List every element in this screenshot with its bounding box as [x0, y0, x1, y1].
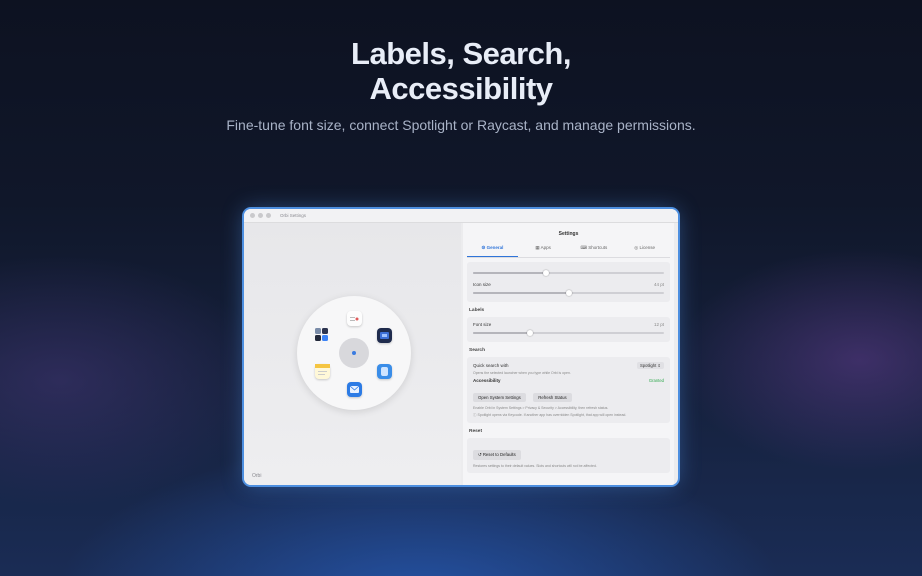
hero-title-line2: Accessibility: [369, 71, 553, 106]
finder-icon: [381, 367, 388, 376]
hero-subtitle: Fine-tune font size, connect Spotlight o…: [226, 117, 696, 133]
mail-icon: [349, 385, 360, 393]
tab-apps[interactable]: ▦ Apps: [518, 242, 569, 257]
app-icon-mail[interactable]: [347, 382, 362, 397]
reset-card: ↺ Reset to Defaults Restores settings to…: [467, 438, 670, 473]
close-window-icon[interactable]: [250, 213, 255, 218]
app-folder[interactable]: [314, 327, 330, 343]
font-size-slider-fill: [473, 332, 531, 334]
radial-launcher: [297, 296, 411, 410]
tab-license-label: License: [639, 245, 655, 250]
search-card: Quick search with Spotlight ⇕ Opens the …: [467, 357, 670, 423]
open-system-settings-button[interactable]: Open System Settings: [473, 393, 526, 402]
hero-title-line1: Labels, Search,: [351, 36, 571, 71]
window-titlebar: Orbi Settings: [244, 209, 678, 223]
window-title: Orbi Settings: [280, 213, 307, 218]
dark-app-icon: [380, 332, 389, 339]
quick-search-desc: Opens the selected launcher when you typ…: [473, 371, 571, 375]
icon-size-slider-fill: [473, 292, 569, 294]
font-size-label: Font size: [473, 322, 492, 327]
quick-search-label: Quick search with: [473, 363, 509, 368]
quick-search-row: Quick search with Spotlight ⇕: [473, 362, 664, 369]
font-size-value: 12 pt: [653, 322, 664, 327]
icon-size-slider[interactable]: [473, 289, 664, 296]
settings-tabs: ⚙ General ▦ Apps ⌨ Shortcuts ◎ License: [467, 242, 670, 258]
radius-slider-fill: [473, 272, 546, 274]
tab-apps-label: Apps: [540, 245, 551, 250]
settings-title: Settings: [558, 231, 579, 237]
app-name-label: Orbi: [252, 473, 262, 479]
folder-grid-icon: [315, 328, 328, 341]
preview-pane: Orbi: [244, 223, 461, 485]
quick-search-select[interactable]: Spotlight ⇕: [637, 362, 664, 369]
chevron-updown-icon: ⇕: [657, 363, 661, 368]
accessibility-row: Accessibility Granted: [473, 378, 664, 383]
search-section-heading: Search: [469, 348, 485, 353]
icon-size-slider-knob[interactable]: [565, 289, 572, 296]
reset-defaults-label: Reset to Defaults: [482, 452, 516, 457]
icon-size-value: 44 pt: [653, 282, 664, 287]
tab-general-label: General: [486, 245, 504, 250]
hub-dot-icon: [352, 351, 356, 355]
reset-section-heading: Reset: [469, 429, 483, 434]
font-size-row: Font size 12 pt: [473, 322, 664, 327]
app-icon-reminders[interactable]: [347, 311, 362, 326]
minimize-window-icon[interactable]: [258, 213, 263, 218]
tab-shortcuts[interactable]: ⌨ Shortcuts: [569, 242, 620, 257]
spotlight-note: ⓘ Spotlight opens via Keycode. If anothe…: [473, 413, 664, 418]
accessibility-status: Granted: [648, 378, 664, 383]
app-icon-notes[interactable]: [315, 364, 330, 379]
reset-defaults-button[interactable]: ↺ Reset to Defaults: [473, 450, 521, 460]
icon-size-label: Icon size: [473, 282, 491, 287]
launcher-hub[interactable]: [339, 338, 369, 368]
spotlight-note-text: Spotlight opens via Keycode. If another …: [477, 413, 627, 417]
reminders-icon: [350, 317, 359, 321]
app-icon-finder[interactable]: [377, 364, 392, 379]
accessibility-label: Accessibility: [473, 378, 501, 383]
labels-card: Font size 12 pt: [467, 317, 670, 342]
refresh-status-button[interactable]: Refresh Status: [533, 393, 572, 402]
font-size-slider[interactable]: [473, 329, 664, 336]
tab-shortcuts-label: Shortcuts: [588, 245, 608, 250]
app-icon-settings[interactable]: [377, 328, 392, 343]
quick-search-selected: Spotlight: [640, 363, 657, 368]
accessibility-desc: Enable Orbi in System Settings > Privacy…: [473, 406, 609, 410]
radius-slider-knob[interactable]: [542, 269, 549, 276]
icon-size-row: Icon size 44 pt: [473, 282, 664, 287]
tab-general[interactable]: ⚙ General: [467, 242, 518, 257]
radius-slider[interactable]: [473, 269, 664, 276]
reset-desc: Restores settings to their default value…: [473, 464, 597, 468]
tab-license[interactable]: ◎ License: [619, 242, 670, 257]
labels-section-heading: Labels: [469, 308, 485, 313]
settings-pane: Settings ⚙ General ▦ Apps ⌨ Shortcuts ◎ …: [463, 223, 674, 485]
settings-window: Orbi Settings Orbi Settings ⚙ General ▦ …: [244, 209, 678, 485]
info-icon: ⓘ: [473, 413, 477, 417]
size-card: Icon size 44 pt: [467, 262, 670, 302]
notes-icon: [315, 364, 330, 375]
hero-title: Labels, Search, Accessibility: [0, 36, 922, 106]
reset-icon: ↺: [478, 452, 482, 457]
font-size-slider-knob[interactable]: [527, 329, 534, 336]
accessibility-buttons: Open System Settings Refresh Status: [473, 386, 664, 404]
zoom-window-icon[interactable]: [266, 213, 271, 218]
